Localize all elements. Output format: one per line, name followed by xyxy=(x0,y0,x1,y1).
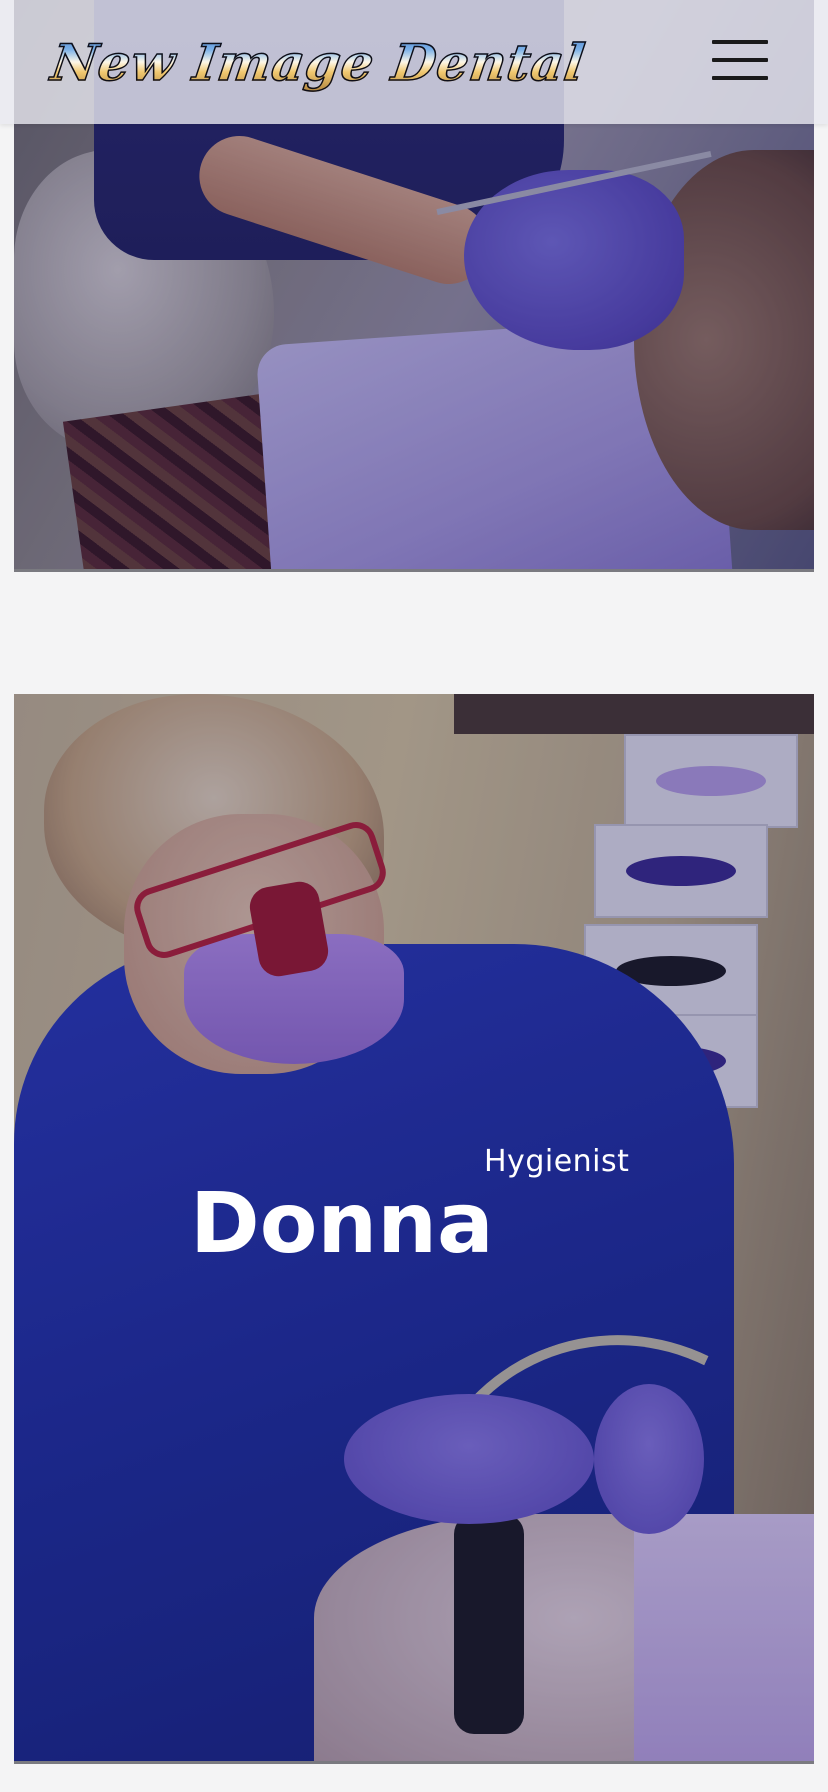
staff-name: Donna xyxy=(190,1174,494,1272)
menu-bar-top xyxy=(712,40,768,44)
hamburger-menu-icon[interactable] xyxy=(712,36,768,84)
page: New Image Dental Hygienist Donna xyxy=(0,0,828,1792)
menu-bar-bottom xyxy=(712,76,768,80)
staff-role: Hygienist xyxy=(484,1144,630,1179)
staff-card-donna[interactable]: Hygienist Donna xyxy=(14,694,814,1764)
site-header: New Image Dental xyxy=(0,0,828,124)
site-logo[interactable]: New Image Dental xyxy=(46,20,591,104)
menu-bar-middle xyxy=(712,58,768,62)
